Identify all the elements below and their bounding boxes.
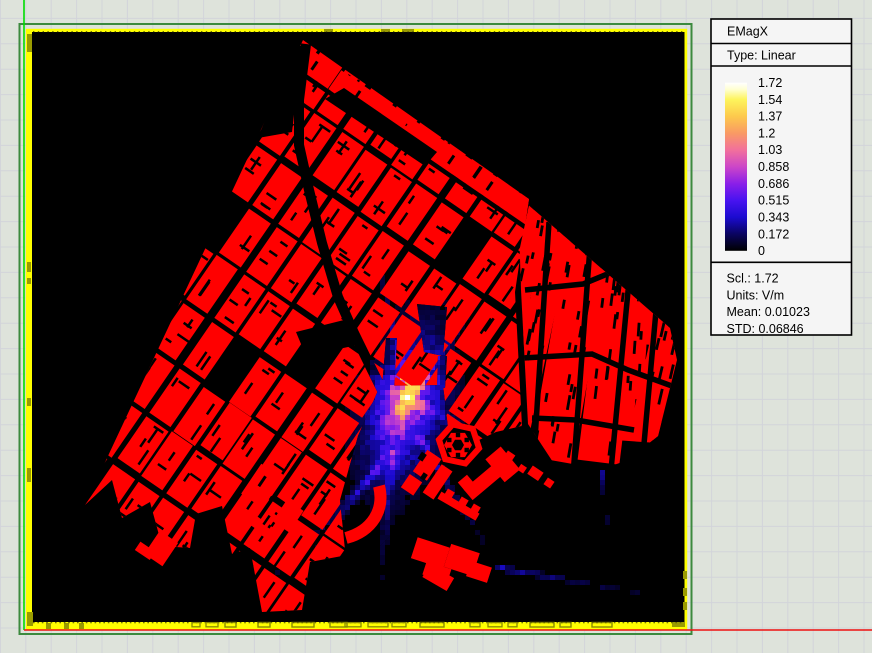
svg-text:Mean: 0.01023: Mean: 0.01023 <box>727 305 810 319</box>
svg-text:STD: 0.06846: STD: 0.06846 <box>727 322 804 336</box>
svg-text:EMagX: EMagX <box>727 25 769 39</box>
svg-text:0: 0 <box>758 244 765 258</box>
svg-text:1.72: 1.72 <box>758 76 782 90</box>
svg-text:1.54: 1.54 <box>758 93 782 107</box>
svg-text:Units: V/m: Units: V/m <box>727 288 785 302</box>
svg-text:1.37: 1.37 <box>758 110 782 124</box>
svg-text:0.858: 0.858 <box>758 160 789 174</box>
svg-text:1.2: 1.2 <box>758 126 775 140</box>
svg-text:0.343: 0.343 <box>758 211 789 225</box>
svg-text:1.03: 1.03 <box>758 143 782 157</box>
svg-text:0.172: 0.172 <box>758 227 789 241</box>
svg-text:0.686: 0.686 <box>758 177 789 191</box>
svg-text:0.515: 0.515 <box>758 194 789 208</box>
svg-text:Scl.: 1.72: Scl.: 1.72 <box>727 272 779 286</box>
svg-text:Type: Linear: Type: Linear <box>727 49 796 63</box>
